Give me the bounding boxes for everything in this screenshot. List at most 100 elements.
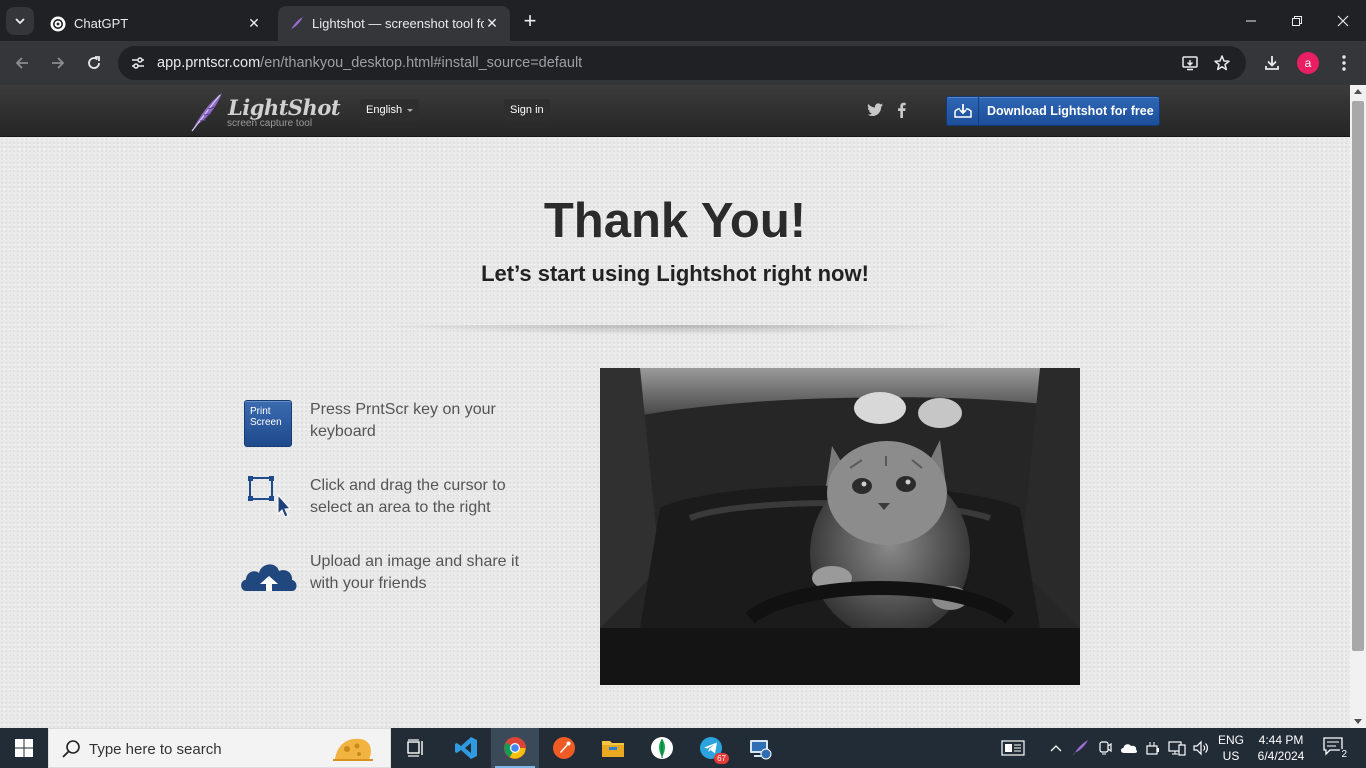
taskbar-telegram[interactable]: 67 (687, 728, 735, 768)
language-label: English (366, 104, 403, 116)
scroll-up-icon[interactable] (1354, 89, 1362, 94)
network-icon[interactable] (1167, 738, 1187, 758)
install-app-icon[interactable] (1178, 51, 1202, 75)
forward-button[interactable] (44, 49, 72, 77)
chrome-icon (504, 737, 526, 759)
vscode-icon (455, 737, 477, 759)
back-button[interactable] (8, 49, 36, 77)
close-icon (1337, 15, 1349, 26)
news-widget-icon[interactable] (1000, 738, 1026, 758)
address-bar[interactable]: app.prntscr.com/en/thankyou_desktop.html… (118, 46, 1246, 80)
new-tab-button[interactable]: + (517, 8, 543, 33)
page-subtitle: Let’s start using Lightshot right now! (481, 261, 869, 286)
arrow-right-icon (52, 57, 65, 69)
tab-search-button[interactable] (6, 7, 34, 35)
search-icon (62, 740, 80, 758)
lightshot-logo[interactable]: LightShot screen capture tool (188, 91, 341, 133)
tab-lightshot[interactable]: Lightshot — screenshot tool for ✕ (278, 6, 510, 41)
taskbar-remote-desktop[interactable] (736, 728, 784, 768)
postman-icon (553, 737, 575, 759)
step-text: Upload an image and share it with your f… (310, 553, 520, 592)
chevron-up-icon[interactable] (1046, 738, 1066, 758)
meet-now-icon[interactable] (1095, 738, 1115, 758)
restore-button[interactable] (1274, 0, 1320, 41)
taskbar-clock[interactable]: 4:44 PM 6/4/2024 (1252, 732, 1310, 764)
search-placeholder: Type here to search (89, 741, 222, 758)
close-window-button[interactable] (1320, 0, 1366, 41)
chevron-down-icon (15, 18, 25, 25)
download-icon (1265, 56, 1279, 70)
tab-chatgpt[interactable]: ChatGPT ✕ (40, 6, 272, 41)
reload-icon (88, 56, 100, 69)
language-code: ENG (1218, 733, 1245, 747)
folder-icon (602, 741, 624, 757)
start-button[interactable] (0, 728, 48, 768)
battery-plug-icon[interactable] (1143, 738, 1163, 758)
language-select[interactable]: English (360, 99, 420, 121)
onedrive-cloud-icon[interactable] (1119, 738, 1139, 758)
key-label-line2: Screen (250, 417, 282, 428)
step-text: Press PrntScr key on your keyboard (310, 401, 496, 440)
page-scrollbar[interactable] (1350, 85, 1366, 728)
signin-button[interactable]: Sign in (504, 99, 550, 121)
site-header: LightShot screen capture tool English Si… (0, 85, 1350, 137)
download-tray-icon (947, 97, 979, 125)
url-text: app.prntscr.com/en/thankyou_desktop.html… (157, 55, 582, 71)
chatgpt-icon (50, 16, 66, 32)
step-text: Click and drag the cursor to select an a… (310, 477, 506, 516)
feather-logo-icon (191, 93, 222, 132)
search-highlight-icon (333, 738, 373, 761)
arrow-left-icon (15, 57, 28, 69)
browser-tab-strip: ChatGPT ✕ Lightshot — screenshot tool fo… (0, 0, 1366, 41)
minimize-icon (1246, 20, 1256, 21)
bookmark-star-icon[interactable] (1210, 51, 1234, 75)
notification-center-button[interactable]: 2 (1322, 736, 1348, 760)
close-tab-icon[interactable]: ✕ (484, 15, 500, 32)
taskbar-file-explorer[interactable] (589, 728, 637, 768)
volume-icon[interactable] (1191, 738, 1211, 758)
remote-app-icon (750, 740, 772, 760)
lightshot-feather-icon (288, 16, 304, 32)
telegram-badge: 67 (714, 753, 729, 764)
step-select-area: Click and drag the cursor to select an a… (240, 474, 560, 530)
scrollbar-thumb[interactable] (1352, 101, 1364, 651)
lightshot-tray-icon[interactable] (1070, 738, 1090, 758)
taskbar-mongodb[interactable] (638, 728, 686, 768)
profile-avatar[interactable]: a (1297, 52, 1319, 74)
logo-subtitle: screen capture tool (227, 118, 313, 129)
taskbar-vscode[interactable] (442, 728, 490, 768)
downloads-button[interactable] (1258, 49, 1286, 77)
restore-icon (1292, 15, 1302, 26)
clock-time: 4:44 PM (1258, 733, 1304, 747)
url-path: /en/thankyou_desktop.html#install_source… (260, 55, 583, 71)
twitter-icon[interactable] (866, 101, 884, 119)
browser-toolbar: app.prntscr.com/en/thankyou_desktop.html… (0, 41, 1366, 85)
key-label-line1: Print (250, 406, 271, 417)
taskbar-chrome[interactable] (491, 728, 539, 768)
task-view-icon (407, 739, 423, 757)
taskbar-postman[interactable] (540, 728, 588, 768)
page-title: Thank You! (543, 194, 807, 248)
page-viewport: LightShot screen capture tool English Si… (0, 85, 1350, 728)
task-view-button[interactable] (392, 728, 440, 768)
cloud-upload-icon (240, 550, 298, 600)
site-info-icon[interactable] (126, 51, 150, 75)
cat-photo-illustration (600, 368, 1080, 685)
notification-count: 2 (1340, 749, 1348, 760)
minimize-button[interactable] (1228, 0, 1274, 41)
scroll-down-icon[interactable] (1354, 719, 1362, 724)
facebook-icon[interactable] (892, 101, 910, 119)
windows-taskbar: Type here to search 67 ENG US 4:44 PM 6/… (0, 728, 1366, 768)
caret-down-icon (407, 108, 414, 112)
print-screen-key: Print Screen (244, 400, 292, 447)
url-host: app.prntscr.com (157, 55, 261, 71)
logo-name: LightShot (228, 95, 341, 120)
section-divider-shadow (375, 325, 985, 335)
reload-button[interactable] (80, 49, 108, 77)
browser-menu-button[interactable] (1330, 49, 1358, 77)
taskbar-search-box[interactable]: Type here to search (48, 728, 391, 768)
close-tab-icon[interactable]: ✕ (246, 15, 262, 32)
download-lightshot-button[interactable]: Download Lightshot for free (946, 96, 1160, 126)
select-area-icon (240, 474, 298, 524)
input-language-indicator[interactable]: ENG US (1218, 732, 1244, 764)
